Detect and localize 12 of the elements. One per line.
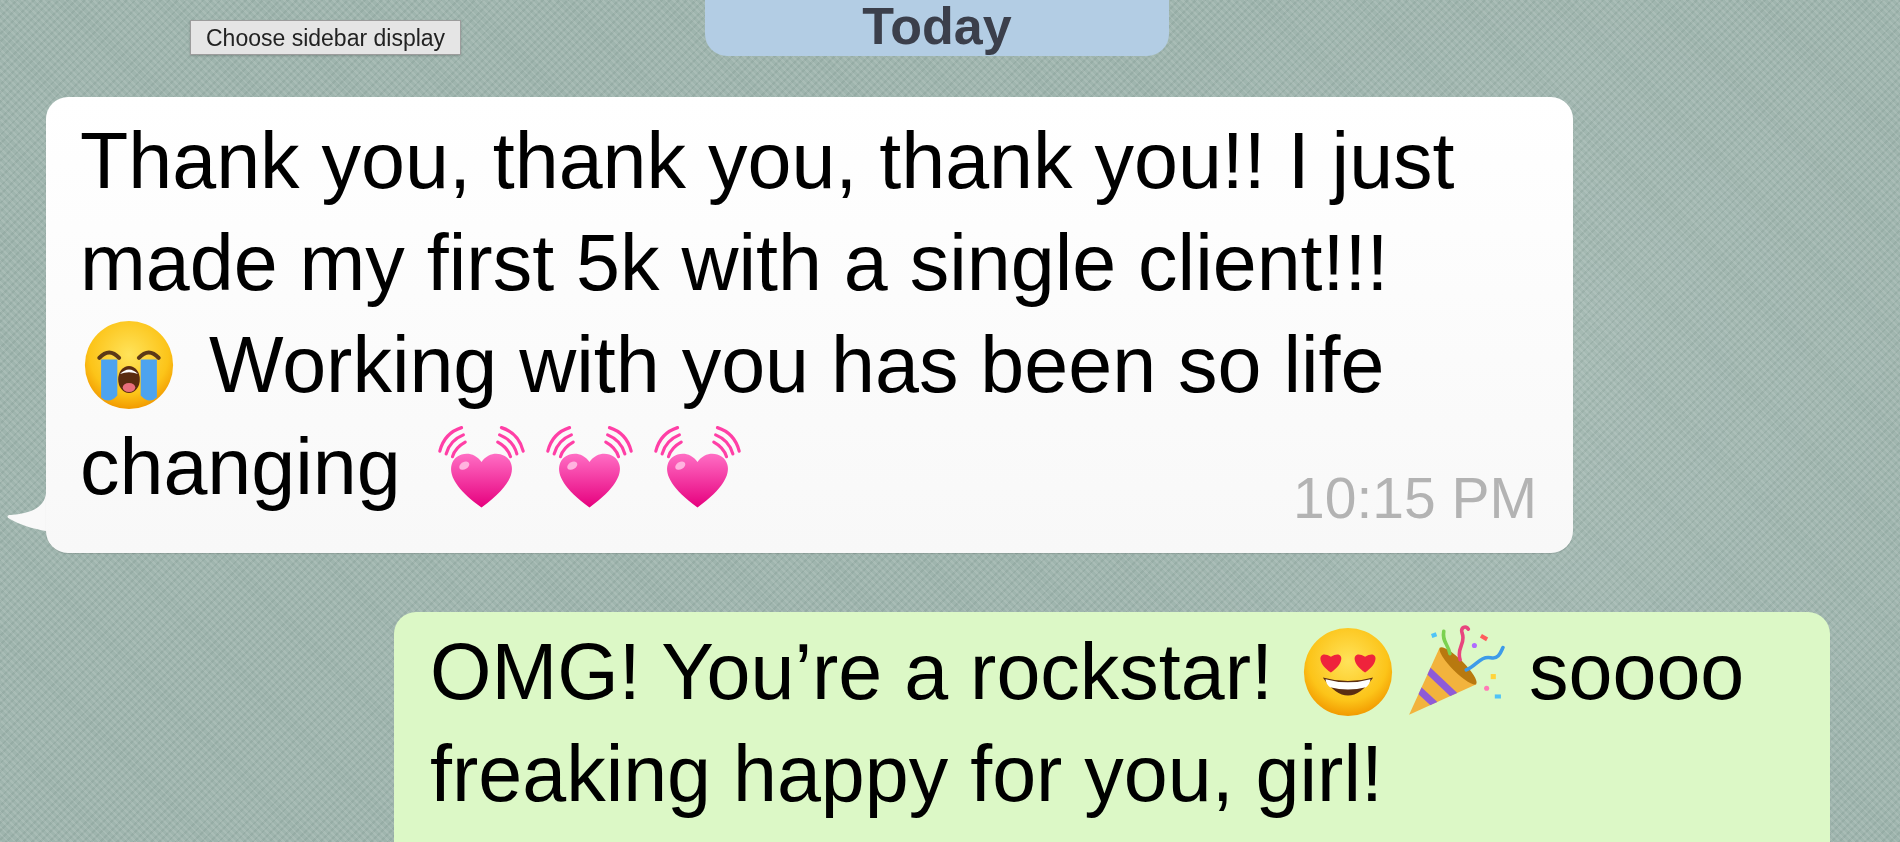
heart-eyes-face-icon	[1303, 627, 1393, 717]
crying-face-icon	[84, 320, 174, 410]
message-time: 10:15 PM	[1293, 470, 1537, 527]
date-chip: Today	[705, 0, 1169, 56]
tooltip: Choose sidebar display	[190, 20, 462, 55]
message-text: OMG! You’re a rockstar!	[430, 626, 1273, 718]
message-text: changing	[80, 421, 401, 513]
message-text: freaking happy for you, girl!	[430, 728, 1383, 820]
message-text: soooo	[1529, 626, 1745, 718]
bubble-tail	[6, 493, 46, 531]
message-text: Thank you, thank you, thank you!! I just made my first 5k with a single client!!!	[80, 115, 1456, 309]
message-text: Working with you has been so life	[209, 319, 1385, 411]
